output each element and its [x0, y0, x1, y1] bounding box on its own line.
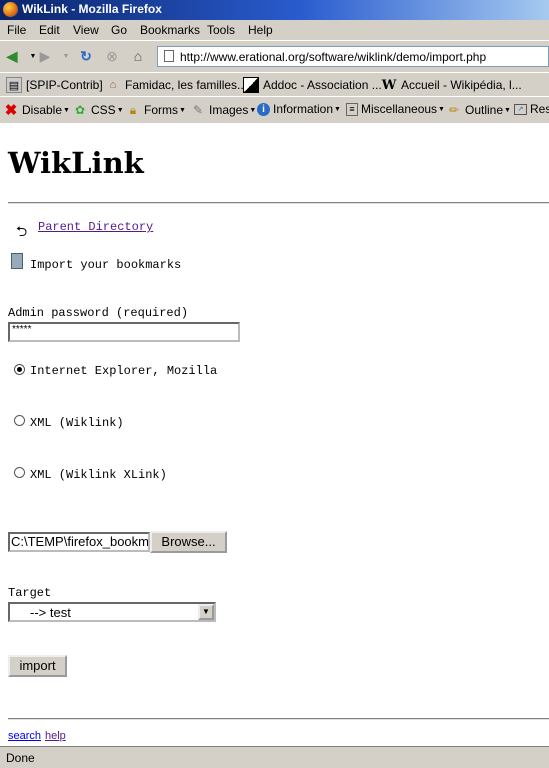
import-button[interactable]: import: [8, 655, 67, 677]
page-content: WikLink ⮌ Parent Directory Import your b…: [0, 123, 549, 746]
forward-dropdown-icon[interactable]: ▼: [57, 47, 75, 65]
format-label-ie-mozilla: Internet Explorer, Mozilla: [30, 364, 218, 378]
password-label: Admin password (required): [8, 306, 189, 320]
wd-images[interactable]: ✎ Images ▼: [190, 102, 256, 118]
bookmark-famidac[interactable]: ⌂ Famidac, les familles...: [105, 77, 247, 93]
url-bar[interactable]: [157, 46, 549, 67]
status-text: Done: [6, 751, 35, 765]
firefox-icon: [3, 2, 18, 17]
menu-bar: File Edit View Go Bookmarks Tools Help: [0, 20, 549, 40]
bottom-divider: [8, 718, 549, 720]
format-label-xml-wiklink: XML (Wiklink): [30, 416, 124, 430]
wd-outline[interactable]: ✏ Outline ▼: [446, 102, 511, 118]
password-input[interactable]: *****: [8, 322, 240, 342]
parent-directory-icon: ⮌: [16, 223, 28, 239]
info-icon: i: [257, 102, 270, 116]
css-icon: ✿: [74, 103, 86, 117]
page-icon: [164, 50, 174, 62]
bookmark-spip-contrib[interactable]: ▤ [SPIP-Contrib]: [6, 77, 103, 93]
menu-file[interactable]: File: [7, 23, 26, 37]
resize-icon: ↗: [514, 103, 527, 115]
forward-icon[interactable]: ▶: [36, 47, 54, 65]
format-radio-xml-wiklink[interactable]: [14, 415, 25, 426]
window-title: WikLink - Mozilla Firefox: [22, 2, 162, 16]
import-heading: Import your bookmarks: [30, 258, 182, 272]
wd-resize[interactable]: ↗ Res: [514, 102, 549, 116]
menu-edit[interactable]: Edit: [39, 23, 60, 37]
web-developer-toolbar: ✖ Disable ▼ ✿ CSS ▼ 🔒︎ Forms ▼ ✎ Images ▼ i …: [0, 96, 549, 123]
parent-directory-link[interactable]: Parent Directory: [38, 220, 153, 234]
wd-forms[interactable]: 🔒︎ Forms ▼: [125, 102, 186, 118]
addoc-icon: [243, 77, 259, 93]
browse-button[interactable]: Browse...: [150, 531, 227, 553]
menu-view[interactable]: View: [73, 23, 99, 37]
wd-css[interactable]: ✿ CSS ▼: [72, 102, 124, 118]
format-label-xml-xlink: XML (Wiklink XLink): [30, 468, 167, 482]
menu-go[interactable]: Go: [111, 23, 127, 37]
import-icon: [11, 253, 23, 269]
wikipedia-icon: W: [381, 77, 397, 93]
search-link[interactable]: search: [8, 730, 41, 742]
bookmark-wikipedia[interactable]: W Accueil - Wikipédia, l...: [381, 77, 522, 93]
disable-icon: ✖: [4, 102, 18, 119]
format-radio-xml-xlink[interactable]: [14, 467, 25, 478]
bookmarks-toolbar: ▤ [SPIP-Contrib] ⌂ Famidac, les familles…: [0, 72, 549, 96]
url-input[interactable]: [180, 48, 546, 65]
target-label: Target: [8, 586, 52, 600]
wd-information[interactable]: i Information ▼: [257, 102, 341, 116]
lock-icon: 🔒︎: [129, 102, 137, 117]
reload-icon[interactable]: ↻: [77, 47, 95, 65]
target-selected-value: --> test: [30, 605, 71, 620]
stop-icon[interactable]: ⊗: [103, 47, 121, 65]
menu-bookmarks[interactable]: Bookmarks: [140, 23, 200, 37]
help-link[interactable]: help: [45, 730, 66, 742]
house-icon: ⌂: [109, 79, 117, 91]
file-path-input[interactable]: C:\TEMP\firefox_bookm: [8, 532, 150, 552]
back-icon[interactable]: ◀: [3, 47, 21, 65]
bookmark-addoc[interactable]: Addoc - Association ...: [243, 77, 382, 93]
target-select[interactable]: --> test ▼: [8, 602, 216, 622]
menu-tools[interactable]: Tools: [207, 23, 235, 37]
image-brush-icon: ✎: [192, 103, 204, 117]
status-bar: Done: [0, 746, 549, 768]
wd-disable[interactable]: ✖ Disable ▼: [3, 102, 70, 119]
format-radio-ie-mozilla[interactable]: [14, 364, 25, 375]
wd-miscellaneous[interactable]: ≡ Miscellaneous ▼: [346, 102, 445, 116]
title-bar: WikLink - Mozilla Firefox: [0, 0, 549, 20]
home-icon[interactable]: ⌂: [129, 47, 147, 65]
bookmark-favicon-icon: ▤: [6, 77, 22, 93]
misc-icon: ≡: [346, 102, 358, 116]
pencil-icon: ✏: [448, 103, 460, 117]
page-title: WikLink: [8, 146, 144, 180]
chevron-down-icon[interactable]: ▼: [198, 604, 214, 620]
navigation-toolbar: ◀ ▼ ▶ ▼ ↻ ⊗ ⌂: [0, 40, 549, 72]
top-divider: [8, 202, 549, 204]
menu-help[interactable]: Help: [248, 23, 273, 37]
